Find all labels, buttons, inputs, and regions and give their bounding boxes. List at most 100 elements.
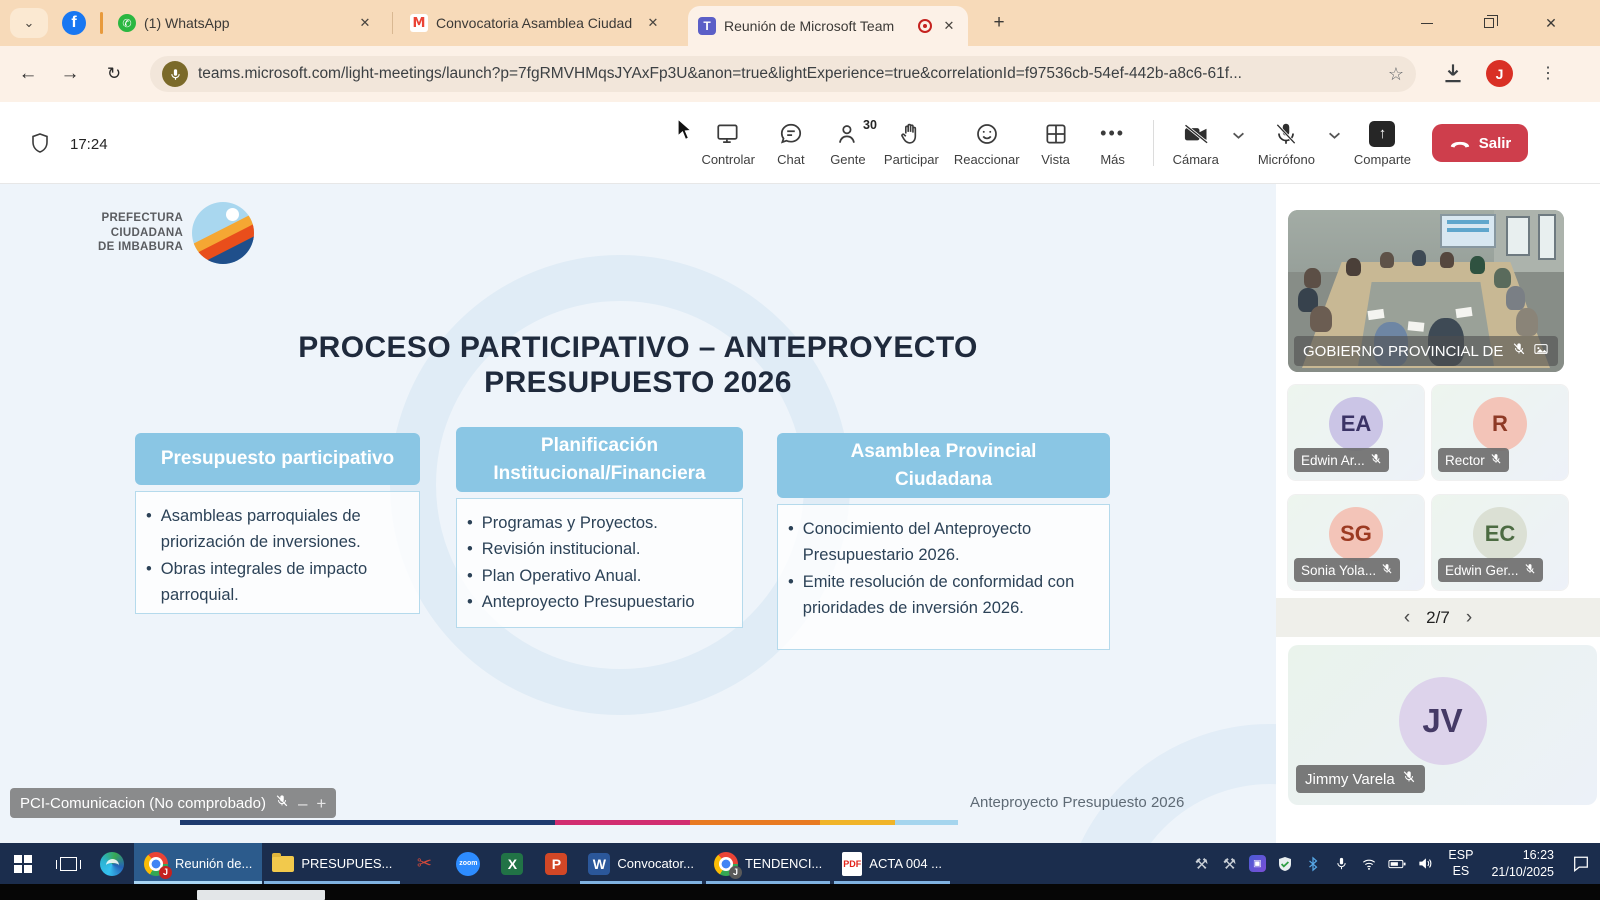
comparte-button[interactable]: ↑ Comparte bbox=[1352, 116, 1413, 171]
close-tab-icon[interactable]: ✕ bbox=[940, 17, 958, 35]
participant-tile[interactable]: SG Sonia Yola... bbox=[1288, 495, 1424, 590]
tab-label: (1) WhatsApp bbox=[144, 15, 348, 31]
reload-button[interactable]: ↻ bbox=[100, 60, 128, 88]
control-label: Comparte bbox=[1354, 152, 1411, 167]
browser-profile-avatar[interactable]: J bbox=[1486, 60, 1513, 87]
bookmark-star-icon[interactable]: ☆ bbox=[1388, 64, 1404, 85]
facebook-pinned-tab[interactable]: f bbox=[62, 11, 86, 35]
speaker-icon[interactable] bbox=[1416, 855, 1434, 873]
chat-button[interactable]: Chat bbox=[768, 116, 814, 171]
camara-button[interactable]: Cámara bbox=[1171, 116, 1221, 171]
chevron-down-icon: ⌄ bbox=[24, 15, 35, 31]
address-bar[interactable]: teams.microsoft.com/light-meetings/launc… bbox=[150, 56, 1416, 92]
gente-button[interactable]: 30 Gente bbox=[825, 116, 871, 171]
bluetooth-icon[interactable] bbox=[1304, 855, 1322, 873]
task-view-icon bbox=[60, 857, 77, 871]
bullet-dot: • bbox=[788, 516, 794, 569]
forward-button[interactable]: → bbox=[56, 60, 84, 88]
edge-taskbar-button[interactable] bbox=[90, 843, 134, 884]
taskbar-chrome-meeting[interactable]: J Reunión de... bbox=[134, 843, 262, 884]
taskbar-app-label: TENDENCI... bbox=[745, 856, 822, 871]
new-tab-button[interactable]: + bbox=[986, 10, 1012, 36]
whatsapp-icon: ✆ bbox=[118, 14, 136, 32]
taskbar-word[interactable]: W Convocator... bbox=[578, 843, 704, 884]
participant-name-label: Sonia Yola... bbox=[1294, 558, 1400, 582]
battery-icon[interactable] bbox=[1388, 855, 1406, 873]
task-view-button[interactable] bbox=[46, 843, 90, 884]
camera-off-icon bbox=[1182, 120, 1210, 148]
profile-initial: J bbox=[1496, 66, 1504, 82]
participant-name-label: Jimmy Varela bbox=[1296, 765, 1425, 793]
taskbar-clock[interactable]: 16:23 21/10/2025 bbox=[1491, 847, 1554, 881]
page-indicator: 2/7 bbox=[1426, 608, 1450, 628]
taskbar-zoom[interactable]: zoom bbox=[446, 843, 490, 884]
tab-whatsapp[interactable]: ✆ (1) WhatsApp ✕ bbox=[108, 0, 384, 46]
participant-tile[interactable]: R Rector bbox=[1432, 385, 1568, 480]
mic-options-chevron[interactable] bbox=[1328, 131, 1341, 156]
shared-presentation: PREFECTURA CIUDADANA DE IMBABURA PROCESO… bbox=[0, 184, 1276, 843]
close-tab-icon[interactable]: ✕ bbox=[356, 14, 374, 32]
zoom-in-button[interactable]: + bbox=[316, 795, 326, 812]
taskbar-excel[interactable]: X bbox=[490, 843, 534, 884]
tool-tray-icon[interactable]: ⚒ bbox=[1192, 855, 1210, 873]
site-info-mic-icon[interactable] bbox=[162, 61, 188, 87]
taskbar-chrome-tendencias[interactable]: J TENDENCI... bbox=[704, 843, 832, 884]
meeting-timer: 17:24 bbox=[70, 136, 108, 153]
start-button[interactable] bbox=[0, 843, 46, 884]
tab-gmail[interactable]: M Convocatoria Asamblea Ciudad ✕ bbox=[400, 0, 672, 46]
tab-teams-active[interactable]: T Reunión de Microsoft Team ✕ bbox=[688, 6, 968, 46]
app-tray-icon[interactable]: ▣ bbox=[1248, 855, 1266, 873]
window-minimize-button[interactable] bbox=[1404, 0, 1450, 46]
logo-text: PREFECTURA CIUDADANA DE IMBABURA bbox=[98, 211, 183, 256]
participant-tile[interactable]: EC Edwin Ger... bbox=[1432, 495, 1568, 590]
participant-tile[interactable]: EA Edwin Ar... bbox=[1288, 385, 1424, 480]
window-restore-button[interactable] bbox=[1466, 0, 1512, 46]
url-text[interactable]: teams.microsoft.com/light-meetings/launc… bbox=[198, 65, 1378, 83]
bullet-text: Obras integrales de impacto parroquial. bbox=[161, 556, 409, 609]
control-label: Cámara bbox=[1173, 152, 1219, 167]
participant-figure bbox=[1304, 268, 1321, 288]
next-page-chevron[interactable]: › bbox=[1466, 608, 1472, 627]
spotlight-tile[interactable]: JV Jimmy Varela bbox=[1288, 645, 1597, 805]
column-header: Presupuesto participativo bbox=[135, 433, 420, 485]
window-close-button[interactable]: ✕ bbox=[1528, 0, 1574, 46]
tab-label: Reunión de Microsoft Team bbox=[724, 18, 910, 34]
wifi-icon[interactable] bbox=[1360, 855, 1378, 873]
prev-page-chevron[interactable]: ‹ bbox=[1404, 608, 1410, 627]
camera-options-chevron[interactable] bbox=[1232, 131, 1245, 156]
back-button[interactable]: ← bbox=[14, 60, 42, 88]
taskbar-snipping-tool[interactable]: ✂ bbox=[402, 843, 446, 884]
tray-mic-icon[interactable] bbox=[1332, 855, 1350, 873]
meeting-controls: Controlar Chat 30 Gente Participar bbox=[699, 102, 1528, 184]
microfono-button[interactable]: Micrófono bbox=[1256, 116, 1317, 171]
taskbar-powerpoint[interactable]: P bbox=[534, 843, 578, 884]
column-header: Asamblea Provincial Ciudadana bbox=[777, 433, 1110, 498]
main-video-tile[interactable]: GOBIERNO PROVINCIAL DE I... bbox=[1288, 210, 1564, 372]
defender-shield-icon[interactable] bbox=[1276, 855, 1294, 873]
close-tab-icon[interactable]: ✕ bbox=[644, 14, 662, 32]
taskbar-folder[interactable]: PRESUPUES... bbox=[262, 843, 402, 884]
language-indicator[interactable]: ESP ES bbox=[1448, 848, 1473, 879]
taskbar-app-label: Convocator... bbox=[617, 856, 694, 871]
paper bbox=[1408, 321, 1425, 332]
notification-center-icon[interactable] bbox=[1572, 855, 1590, 873]
windows-logo-icon bbox=[14, 855, 32, 873]
reaccionar-button[interactable]: Reaccionar bbox=[952, 116, 1022, 171]
zoom-out-button[interactable]: – bbox=[298, 795, 307, 812]
browser-menu-button[interactable]: ⋮ bbox=[1536, 58, 1560, 88]
mas-button[interactable]: ••• Más bbox=[1090, 116, 1136, 171]
brand-bar-magenta bbox=[555, 820, 690, 825]
slide-title: PROCESO PARTICIPATIVO – ANTEPROYECTO PRE… bbox=[138, 330, 1138, 400]
bullet-text: Plan Operativo Anual. bbox=[482, 563, 642, 589]
participar-button[interactable]: Participar bbox=[882, 116, 941, 171]
vista-button[interactable]: Vista bbox=[1033, 116, 1079, 171]
column-body: •Asambleas parroquiales de priorización … bbox=[135, 491, 420, 614]
controlar-button[interactable]: Controlar bbox=[699, 116, 756, 171]
mouse-cursor bbox=[676, 118, 698, 142]
salir-button[interactable]: Salir bbox=[1432, 124, 1528, 162]
tab-search-button[interactable]: ⌄ bbox=[10, 8, 48, 38]
downloads-button[interactable] bbox=[1440, 60, 1468, 88]
tool-tray-icon[interactable]: ⚒ bbox=[1220, 855, 1238, 873]
chrome-icon: J bbox=[144, 852, 168, 876]
taskbar-pdf[interactable]: PDF ACTA 004 ... bbox=[832, 843, 952, 884]
